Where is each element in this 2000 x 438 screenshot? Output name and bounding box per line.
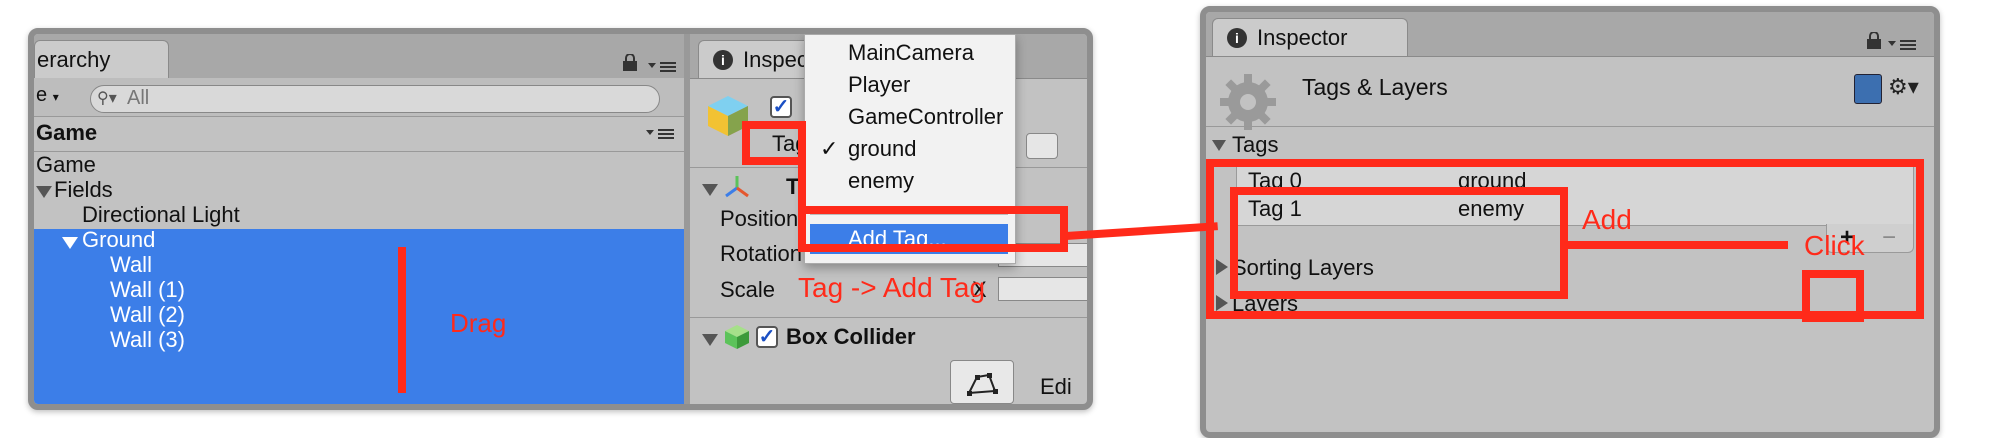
edit-collider-label: Edi: [1040, 374, 1072, 399]
active-checkbox[interactable]: ✓: [770, 96, 792, 118]
hierarchy-item[interactable]: Directional Light: [82, 202, 240, 228]
chevron-down-icon: ▾: [52, 90, 59, 104]
gear-icon: [1218, 72, 1278, 132]
right-inspector-tab-label: Inspector: [1257, 25, 1348, 50]
tag-connector-line: [798, 121, 806, 206]
transform-axes-icon: [724, 174, 750, 200]
settings-gear-icon[interactable]: ⚙▾: [1888, 74, 1919, 100]
inspector-tab-label: Inspec: [743, 47, 808, 72]
check-icon: ✓: [820, 136, 839, 161]
tag-option[interactable]: MainCamera: [848, 40, 974, 66]
hierarchy-tab[interactable]: erarchy: [34, 40, 169, 78]
tags-list-highlight: [1230, 187, 1568, 299]
expand-arrow-icon[interactable]: [1212, 140, 1226, 151]
tag-option[interactable]: GameController: [848, 104, 1003, 130]
scene-menu-icon[interactable]: [646, 127, 676, 141]
tag-field-highlight: [742, 121, 806, 165]
search-placeholder: All: [127, 87, 150, 109]
scale-x-field[interactable]: [998, 277, 1087, 301]
box-collider-header[interactable]: Box Collider: [786, 324, 916, 350]
add-annotation: Add: [1582, 204, 1632, 235]
expand-arrow-icon[interactable]: [702, 334, 718, 346]
help-book-icon[interactable]: [1854, 74, 1882, 104]
lock-icon[interactable]: [622, 53, 638, 71]
page-title: Tags & Layers: [1302, 74, 1448, 100]
panel-menu-icon[interactable]: [648, 60, 678, 74]
drag-annotation: Drag: [450, 308, 507, 338]
click-annotation: Click: [1804, 230, 1865, 261]
create-dropdown-label: e: [36, 84, 48, 106]
hierarchy-item-selected[interactable]: Wall (2): [110, 302, 185, 328]
hierarchy-search-input[interactable]: ⚲▾ All: [90, 85, 660, 113]
expand-arrow-icon[interactable]: [702, 184, 718, 196]
panel-menu-icon[interactable]: [1888, 38, 1918, 52]
drag-annotation-line: [398, 247, 406, 393]
tag-option[interactable]: Player: [848, 72, 910, 98]
info-icon: i: [1227, 28, 1247, 48]
hierarchy-item-selected[interactable]: Ground: [82, 227, 155, 253]
edit-collider-button[interactable]: [950, 360, 1014, 404]
tag-add-tag-annotation: Tag -> Add Tag: [798, 272, 986, 303]
lock-icon[interactable]: [1866, 31, 1882, 50]
add-button-highlight: [1802, 270, 1864, 322]
search-icon: ⚲▾: [97, 90, 117, 107]
scene-divider: [34, 151, 684, 152]
expand-arrow-icon[interactable]: [36, 186, 52, 198]
hierarchy-item[interactable]: Game: [36, 152, 96, 178]
box-collider-checkbox[interactable]: ✓: [756, 326, 778, 348]
rotation-label: Rotation: [720, 241, 802, 266]
tag-option[interactable]: enemy: [848, 168, 914, 194]
hierarchy-tab-label: erarchy: [37, 47, 111, 72]
hierarchy-item-selected[interactable]: Wall: [110, 252, 152, 278]
hierarchy-item-selected[interactable]: Wall (3): [110, 327, 185, 353]
header-divider: [1206, 126, 1934, 127]
scene-header[interactable]: Game: [36, 120, 97, 146]
pane-divider[interactable]: [684, 34, 690, 404]
right-inspector-tab[interactable]: i Inspector: [1212, 18, 1408, 56]
scale-label: Scale: [720, 277, 776, 302]
expand-arrow-icon[interactable]: [62, 237, 78, 249]
hierarchy-item-selected[interactable]: Wall (1): [110, 277, 185, 303]
box-collider-cube-icon: [724, 324, 750, 350]
hierarchy-item[interactable]: Fields: [54, 177, 113, 203]
inspector-divider: [690, 317, 1087, 318]
tag-option-selected[interactable]: ground: [848, 136, 917, 162]
create-dropdown[interactable]: e ▾: [36, 84, 59, 107]
click-connector-line: [1566, 241, 1788, 249]
tag-dropdown-field[interactable]: [1026, 133, 1058, 159]
info-icon: i: [713, 50, 733, 70]
position-label: Position: [720, 206, 799, 231]
add-tag-highlight-box: [798, 206, 1068, 252]
tags-header[interactable]: Tags: [1232, 132, 1278, 158]
